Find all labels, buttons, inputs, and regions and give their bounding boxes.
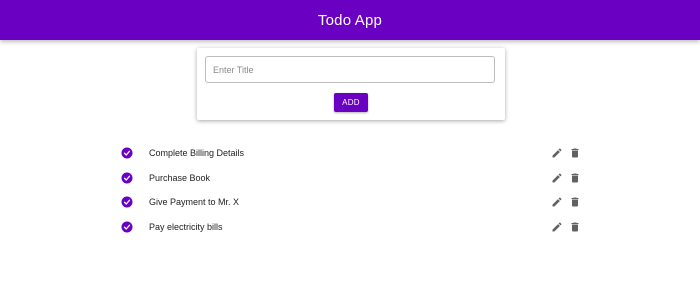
delete-button[interactable] [568, 146, 582, 160]
pencil-icon [552, 197, 562, 207]
todo-item: Complete Billing Details [115, 141, 587, 166]
todo-label: Complete Billing Details [149, 148, 245, 159]
edit-button[interactable] [550, 195, 564, 209]
check-circle-icon[interactable] [121, 172, 133, 184]
pencil-icon [552, 173, 562, 183]
todo-item: Pay electricity bills [115, 215, 587, 240]
trash-icon [571, 197, 579, 207]
todo-label: Give Payment to Mr. X [149, 197, 240, 208]
todo-item: Give Payment to Mr. X [115, 190, 587, 215]
edit-button[interactable] [550, 220, 564, 234]
check-circle-icon[interactable] [121, 196, 133, 208]
pencil-icon [552, 148, 562, 158]
app-title: Todo App [317, 11, 383, 29]
check-circle-icon[interactable] [121, 221, 133, 233]
edit-button[interactable] [550, 146, 564, 160]
check-circle-icon[interactable] [121, 147, 133, 159]
todo-label: Pay electricity bills [149, 221, 223, 232]
todo-label: Purchase Book [149, 172, 211, 183]
delete-button[interactable] [568, 171, 582, 185]
add-todo-card: ADD [197, 48, 505, 120]
delete-button[interactable] [568, 195, 582, 209]
title-input[interactable] [205, 56, 495, 83]
pencil-icon [552, 222, 562, 232]
todo-list: Complete Billing Details Purchase Book G… [115, 141, 587, 239]
edit-button[interactable] [550, 171, 564, 185]
trash-icon [571, 173, 579, 183]
trash-icon [571, 148, 579, 158]
trash-icon [571, 222, 579, 232]
delete-button[interactable] [568, 220, 582, 234]
add-button[interactable]: ADD [334, 93, 368, 112]
app-bar: Todo App [0, 0, 700, 40]
todo-item: Purchase Book [115, 166, 587, 191]
